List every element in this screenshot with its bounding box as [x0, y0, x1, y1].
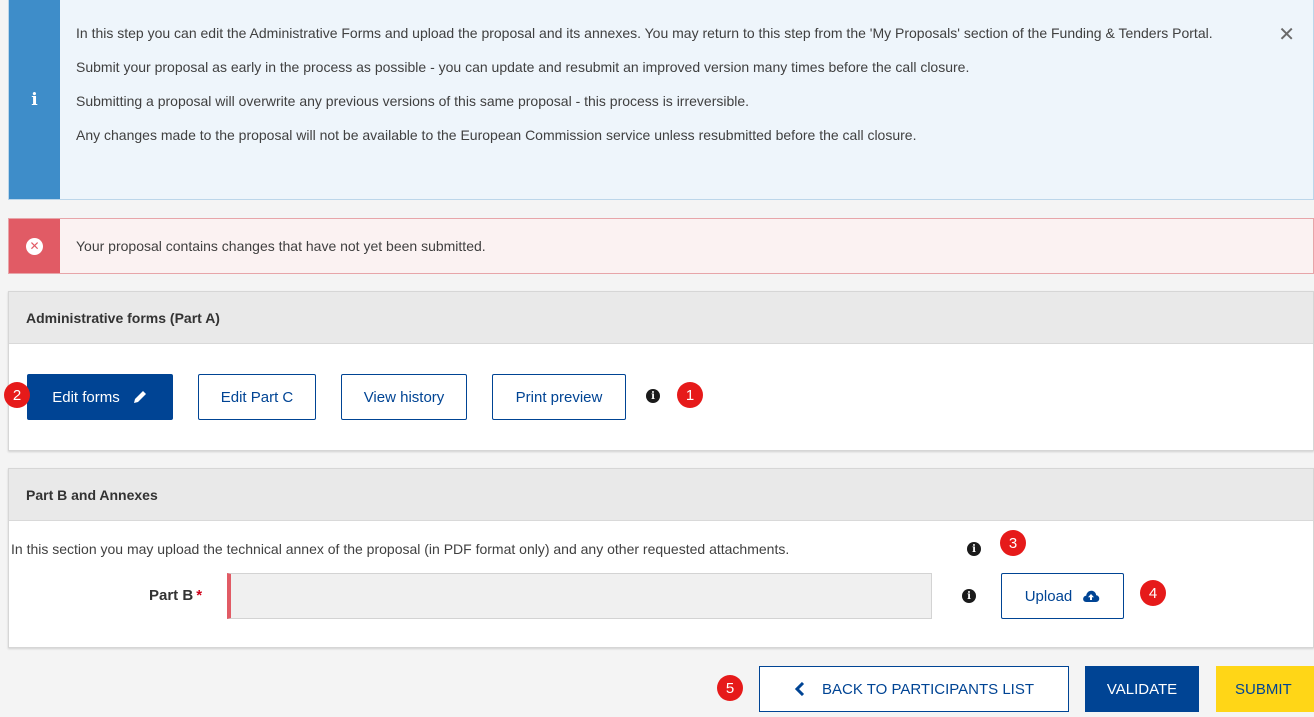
- back-to-participants-button[interactable]: BACK TO PARTICIPANTS LIST: [759, 666, 1069, 712]
- error-icon: ✕: [26, 237, 43, 255]
- step-badge-2: 2: [4, 382, 30, 408]
- part-b-header: Part B and Annexes: [9, 469, 1313, 521]
- info-paragraph: Any changes made to the proposal will no…: [76, 127, 917, 143]
- part-b-field-label: Part B *: [149, 587, 202, 604]
- validate-button[interactable]: VALIDATE: [1085, 666, 1199, 712]
- part-b-file-field[interactable]: [227, 573, 932, 619]
- pencil-icon: [133, 391, 146, 403]
- error-stripe: ✕: [9, 219, 60, 273]
- info-body: In this step you can edit the Administra…: [60, 0, 1313, 199]
- info-panel: i In this step you can edit the Administ…: [8, 0, 1314, 200]
- close-icon[interactable]: ✕: [1278, 24, 1295, 44]
- info-icon[interactable]: i: [967, 542, 981, 556]
- upload-button[interactable]: Upload: [1001, 573, 1124, 619]
- info-paragraph: Submitting a proposal will overwrite any…: [76, 93, 750, 109]
- upload-label: Upload: [1024, 587, 1073, 605]
- step-badge-5: 5: [717, 675, 743, 701]
- print-preview-button[interactable]: Print preview: [492, 374, 626, 420]
- part-b-description: In this section you may upload the techn…: [11, 541, 789, 557]
- back-label: BACK TO PARTICIPANTS LIST: [822, 680, 1034, 698]
- part-b-description-text: In this section you may upload the techn…: [11, 541, 790, 557]
- edit-forms-label: Edit forms: [52, 388, 120, 406]
- administrative-forms-card: Administrative forms (Part A) Edit forms…: [8, 291, 1314, 451]
- error-message: Your proposal contains changes that have…: [76, 238, 486, 254]
- step-badge-3: 3: [1000, 530, 1026, 556]
- error-panel: ✕ Your proposal contains changes that ha…: [8, 218, 1314, 274]
- info-icon: i: [9, 0, 60, 199]
- part-b-label-text: Part B: [149, 587, 194, 604]
- info-paragraph: In this step you can edit the Administra…: [76, 25, 1213, 41]
- step-badge-1: 1: [677, 382, 703, 408]
- required-mark: *: [196, 587, 203, 604]
- part-b-card: Part B and Annexes In this section you m…: [8, 468, 1314, 648]
- step-badge-4: 4: [1140, 580, 1166, 606]
- edit-part-c-button[interactable]: Edit Part C: [198, 374, 316, 420]
- chevron-left-icon: [794, 682, 805, 696]
- part-a-header: Administrative forms (Part A): [9, 292, 1313, 344]
- view-history-button[interactable]: View history: [341, 374, 467, 420]
- cloud-upload-icon: [1083, 590, 1100, 602]
- edit-forms-button[interactable]: Edit forms: [27, 374, 173, 420]
- info-icon[interactable]: i: [962, 589, 976, 603]
- info-paragraph: Submit your proposal as early in the pro…: [76, 59, 970, 75]
- submit-button[interactable]: SUBMIT: [1216, 666, 1314, 712]
- info-icon[interactable]: i: [646, 389, 660, 403]
